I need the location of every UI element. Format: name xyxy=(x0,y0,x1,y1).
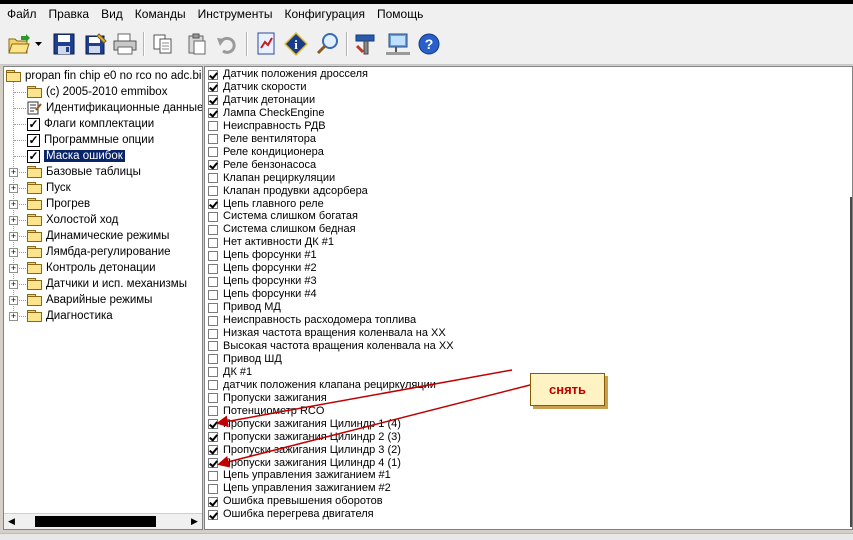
annotation-arrow-1 xyxy=(216,369,513,428)
annotation-text: снять xyxy=(548,382,587,397)
annotation-label: снять xyxy=(530,373,605,406)
annotation-arrow-2 xyxy=(217,384,531,468)
annotation-arrows xyxy=(216,369,531,468)
